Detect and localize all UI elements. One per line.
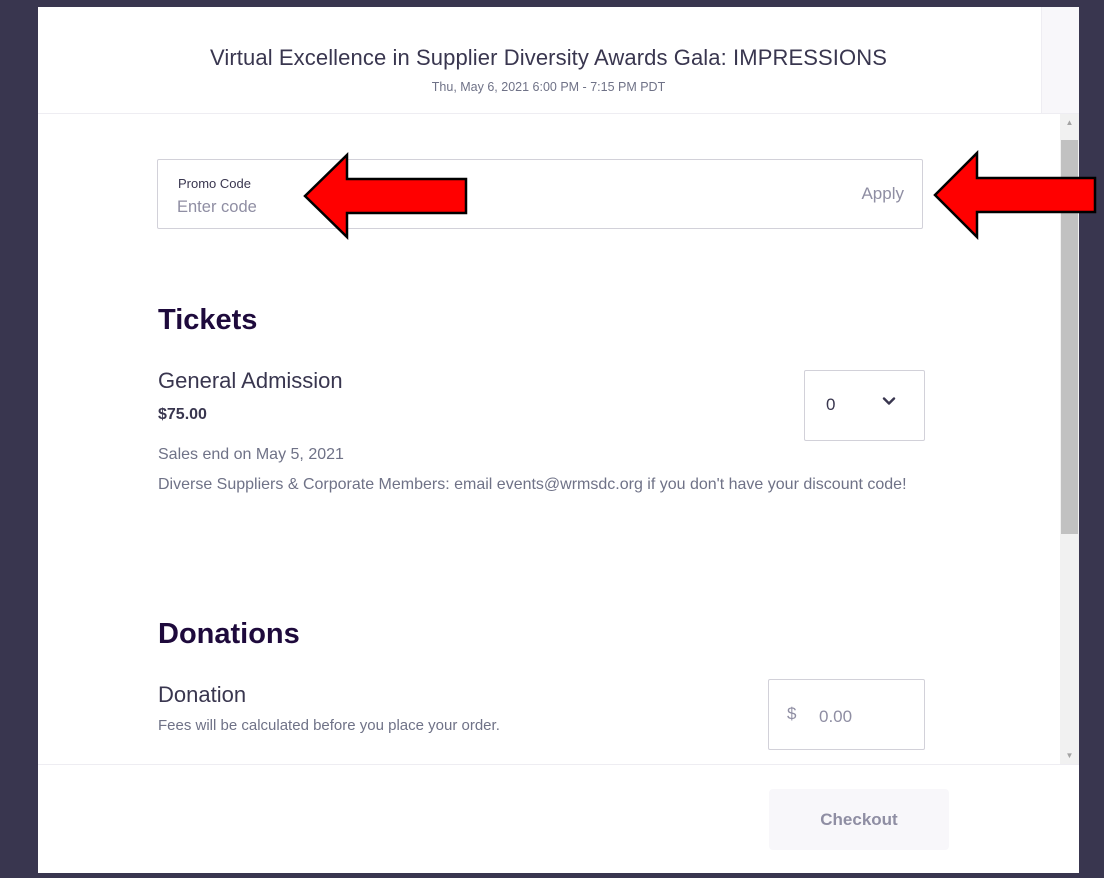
- donation-name: Donation: [158, 682, 247, 707]
- ticket-name: General Admission: [158, 368, 343, 393]
- ticket-quantity-select[interactable]: 0: [804, 370, 925, 441]
- checkout-modal: Virtual Excellence in Supplier Diversity…: [38, 7, 1079, 873]
- donation-amount-field[interactable]: $: [768, 679, 925, 750]
- ticket-sales-end: Sales end on May 5, 2021: [158, 446, 344, 463]
- annotation-arrow-icon: [303, 152, 468, 240]
- scroll-up-arrow-icon[interactable]: ▲: [1060, 114, 1079, 131]
- scroll-down-arrow-icon[interactable]: ▼: [1060, 747, 1079, 764]
- donation-fee-note: Fees will be calculated before you place…: [158, 717, 500, 734]
- annotation-arrow-icon: [933, 150, 1097, 240]
- chevron-down-icon: [882, 397, 896, 405]
- ticket-quantity-value: 0: [826, 395, 836, 414]
- donation-amount-input[interactable]: [819, 706, 909, 728]
- ticket-price: $75.00: [158, 406, 207, 423]
- event-date: Thu, May 6, 2021 6:00 PM - 7:15 PM PDT: [431, 80, 666, 94]
- header-side-strip: [1041, 7, 1079, 113]
- checkout-button[interactable]: Checkout: [769, 789, 949, 850]
- modal-header: Virtual Excellence in Supplier Diversity…: [38, 7, 1079, 114]
- tickets-heading: Tickets: [158, 304, 258, 336]
- ticket-selection-scroll-area[interactable]: Promo Code Apply Tickets General Admissi…: [38, 114, 1079, 764]
- promo-code-label: Promo Code: [178, 176, 251, 191]
- modal-footer: Checkout: [38, 764, 1079, 873]
- event-title: Virtual Excellence in Supplier Diversity…: [210, 45, 887, 70]
- promo-code-input[interactable]: [177, 196, 777, 218]
- apply-promo-button[interactable]: Apply: [861, 184, 904, 204]
- ticket-description: Diverse Suppliers & Corporate Members: e…: [158, 476, 907, 493]
- currency-symbol: $: [787, 704, 797, 723]
- promo-code-field[interactable]: Promo Code Apply: [157, 159, 923, 229]
- donations-heading: Donations: [158, 618, 300, 650]
